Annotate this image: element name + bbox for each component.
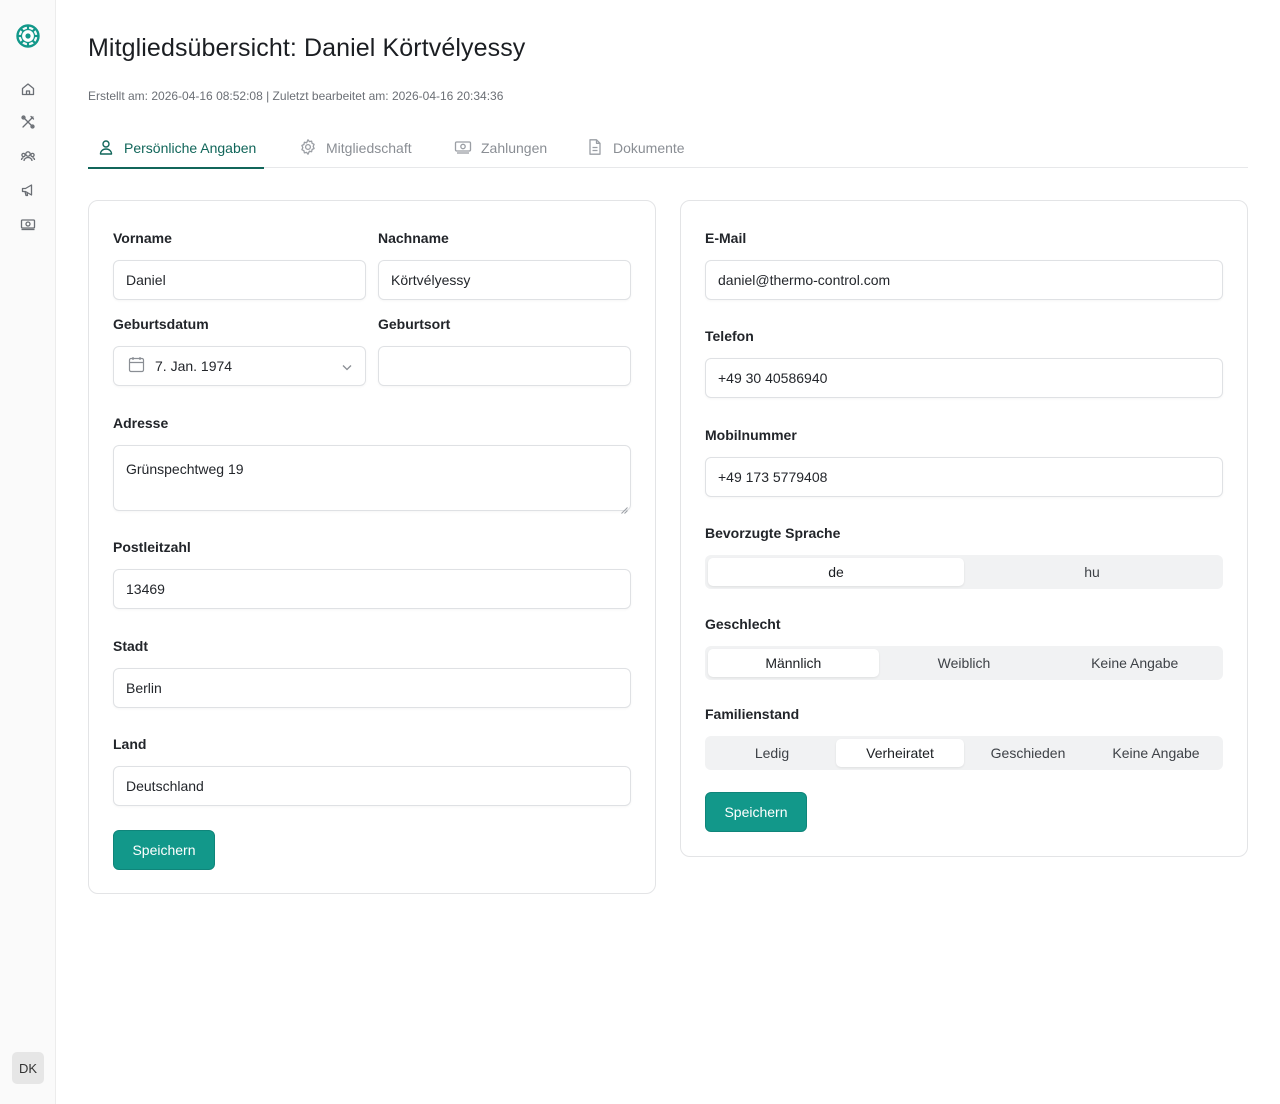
chevron-down-icon: [341, 360, 353, 376]
marital-option-none[interactable]: Keine Angabe: [1092, 739, 1220, 767]
money-icon: [454, 138, 472, 159]
address-textarea[interactable]: Grünspechtweg 19: [113, 445, 631, 514]
zip-label: Postleitzahl: [113, 539, 191, 555]
birthdate-label: Geburtsdatum: [113, 316, 209, 332]
sidebar: DK: [0, 0, 56, 1104]
record-metadata: Erstellt am: 2026-04-16 08:52:08 | Zulet…: [88, 89, 504, 103]
gender-label: Geschlecht: [705, 616, 781, 632]
tab-personal[interactable]: Persönliche Angaben: [88, 128, 265, 169]
gender-option-female[interactable]: Weiblich: [879, 649, 1050, 677]
tab-membership[interactable]: Mitgliedschaft: [299, 128, 412, 168]
first-name-label: Vorname: [113, 230, 172, 246]
tab-label: Persönliche Angaben: [124, 140, 257, 156]
city-field[interactable]: Berlin: [113, 668, 631, 708]
contact-details-card: E-Mail daniel@thermo-control.com Telefon…: [680, 200, 1248, 857]
address-value: Grünspechtweg 19: [126, 461, 244, 477]
first-name-field[interactable]: Daniel: [113, 260, 366, 300]
megaphone-icon[interactable]: [18, 180, 38, 200]
birthplace-field[interactable]: [378, 346, 631, 386]
save-button[interactable]: Speichern: [705, 792, 807, 832]
tab-label: Zahlungen: [481, 140, 548, 156]
marital-option-divorced[interactable]: Geschieden: [964, 739, 1092, 767]
calendar-icon: [128, 356, 145, 376]
document-icon: [586, 138, 604, 159]
marital-label: Familienstand: [705, 706, 800, 722]
people-icon[interactable]: [18, 146, 38, 166]
tools-icon[interactable]: [18, 112, 38, 132]
save-button[interactable]: Speichern: [113, 830, 215, 870]
dharma-wheel-icon[interactable]: [15, 23, 41, 49]
gender-toggle: Männlich Weiblich Keine Angabe: [705, 646, 1223, 680]
tab-payments[interactable]: Zahlungen: [454, 128, 547, 168]
mobile-field[interactable]: +49 173 5779408: [705, 457, 1223, 497]
user-icon: [97, 138, 115, 159]
address-label: Adresse: [113, 415, 169, 431]
marital-option-single[interactable]: Ledig: [708, 739, 836, 767]
language-option-de[interactable]: de: [708, 558, 964, 586]
tab-label: Dokumente: [613, 140, 685, 156]
birthplace-label: Geburtsort: [378, 316, 451, 332]
personal-details-card: Vorname Daniel Nachname Körtvélyessy Geb…: [88, 200, 656, 894]
avatar[interactable]: DK: [12, 1052, 44, 1084]
last-name-field[interactable]: Körtvélyessy: [378, 260, 631, 300]
tab-bar: Persönliche Angaben Mitgliedschaft Zahlu…: [88, 128, 1248, 169]
phone-field[interactable]: +49 30 40586940: [705, 358, 1223, 398]
country-field[interactable]: Deutschland: [113, 766, 631, 806]
language-toggle: de hu: [705, 555, 1223, 589]
gear-icon: [299, 138, 317, 159]
marital-option-married[interactable]: Verheiratet: [836, 739, 964, 767]
tab-label: Mitgliedschaft: [326, 140, 412, 156]
marital-toggle: Ledig Verheiratet Geschieden Keine Angab…: [705, 736, 1223, 770]
language-option-hu[interactable]: hu: [964, 558, 1220, 586]
mobile-label: Mobilnummer: [705, 427, 797, 443]
email-field[interactable]: daniel@thermo-control.com: [705, 260, 1223, 300]
email-label: E-Mail: [705, 230, 747, 246]
language-label: Bevorzugte Sprache: [705, 525, 841, 541]
gender-option-none[interactable]: Keine Angabe: [1049, 649, 1220, 677]
home-icon[interactable]: [18, 79, 38, 99]
tab-documents[interactable]: Dokumente: [586, 128, 685, 168]
zip-field[interactable]: 13469: [113, 569, 631, 609]
birthdate-value: 7. Jan. 1974: [155, 358, 233, 374]
money-icon[interactable]: [18, 214, 38, 234]
country-label: Land: [113, 736, 147, 752]
phone-label: Telefon: [705, 328, 754, 344]
page-title: Mitgliedsübersicht: Daniel Körtvélyessy: [88, 34, 526, 62]
city-label: Stadt: [113, 638, 148, 654]
gender-option-male[interactable]: Männlich: [708, 649, 879, 677]
resize-handle-icon[interactable]: [621, 501, 628, 514]
birthdate-picker[interactable]: 7. Jan. 1974: [113, 346, 366, 386]
last-name-label: Nachname: [378, 230, 449, 246]
